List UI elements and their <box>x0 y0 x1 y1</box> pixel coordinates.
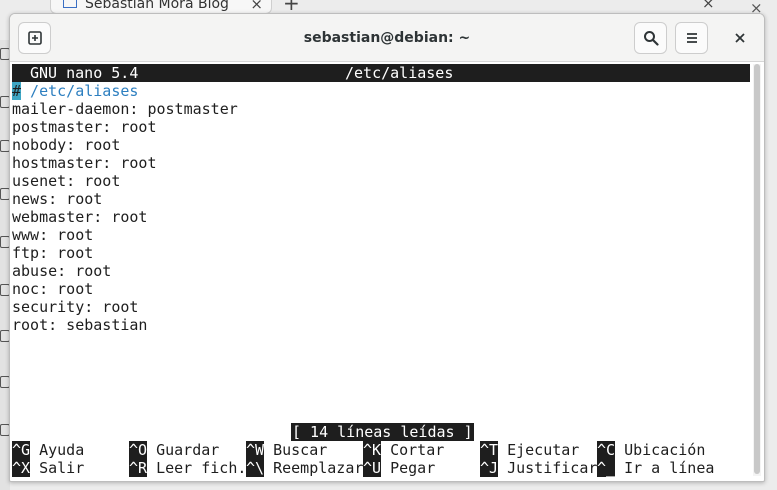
file-line: nobody: root <box>12 136 121 154</box>
file-line: www: root <box>12 226 94 244</box>
terminal-screen[interactable]: GNU nano 5.4/etc/aliases # /etc/aliases … <box>12 63 750 478</box>
shortcut-label: Ayuda <box>30 441 85 459</box>
browser-close-icon[interactable]: × <box>702 0 715 14</box>
shortcut-label: Reemplazar <box>264 459 364 477</box>
shortcut-label: Ubicación <box>615 441 706 459</box>
shortcut-key: ^C <box>597 441 616 459</box>
file-line: hostmaster: root <box>12 154 157 172</box>
shortcut-execute[interactable]: ^T Ejecutar <box>480 441 579 459</box>
nano-titlebar: GNU nano 5.4/etc/aliases <box>12 64 750 82</box>
hamburger-menu-icon <box>686 33 697 43</box>
close-icon <box>735 33 745 43</box>
shortcut-cut[interactable]: ^K Cortar <box>363 441 444 459</box>
comment-text: /etc/aliases <box>21 82 139 100</box>
terminal-scrollbar[interactable] <box>753 64 761 476</box>
browser-tab-title: Sebastian Mora Blog <box>85 0 229 12</box>
shortcut-read-file[interactable]: ^R Leer fich. <box>129 459 246 477</box>
shortcut-search[interactable]: ^W Buscar <box>246 441 327 459</box>
shortcut-key: ^J <box>480 459 499 477</box>
file-line: # /etc/aliases <box>12 82 138 100</box>
shortcut-label: Cortar <box>381 441 445 459</box>
scrollbar-thumb[interactable] <box>754 64 760 474</box>
shortcut-label: Buscar <box>264 441 328 459</box>
new-tab-icon <box>27 31 42 45</box>
new-tab-button[interactable] <box>18 22 51 54</box>
file-line: noc: root <box>12 280 94 298</box>
shortcut-key: ^T <box>480 441 499 459</box>
terminal-headerbar: sebastian@debian: ~ <box>10 14 764 62</box>
shortcut-key: ^R <box>129 459 148 477</box>
shortcut-label: Leer fich. <box>147 459 247 477</box>
search-icon <box>643 31 659 46</box>
search-button[interactable] <box>634 22 667 54</box>
shortcut-goto-line[interactable]: ^_ Ir a línea <box>597 459 714 477</box>
file-line: abuse: root <box>12 262 112 280</box>
menu-button[interactable] <box>675 22 708 54</box>
shortcut-label: Salir <box>30 459 85 477</box>
nano-version: GNU nano 5.4 <box>30 64 139 82</box>
shortcut-key: ^_ <box>597 459 616 477</box>
shortcut-paste[interactable]: ^U Pegar <box>363 459 435 477</box>
terminal-window: sebastian@debian: ~ GNU nano 5.4 /etc/al… <box>9 13 765 482</box>
file-line: webmaster: root <box>12 208 148 226</box>
file-line: ftp: root <box>12 244 94 262</box>
shortcut-justify[interactable]: ^J Justificar <box>480 459 597 477</box>
shortcut-exit[interactable]: ^X Salir <box>12 459 84 477</box>
file-line: mailer-daemon: postmaster <box>12 100 238 118</box>
shortcut-replace[interactable]: ^\ Reemplazar <box>246 459 363 477</box>
shortcut-key: ^W <box>246 441 265 459</box>
file-line: usenet: root <box>12 172 121 190</box>
shortcut-key: ^G <box>12 441 31 459</box>
shortcut-key: ^X <box>12 459 31 477</box>
shortcut-key: ^O <box>129 441 148 459</box>
close-button[interactable] <box>729 27 751 49</box>
text-cursor: # <box>12 82 22 100</box>
new-browser-tab-icon[interactable]: + <box>283 0 300 14</box>
file-line: postmaster: root <box>12 118 157 136</box>
shortcut-label: Guardar <box>147 441 220 459</box>
shortcut-key: ^\ <box>246 459 265 477</box>
file-line: root: sebastian <box>12 316 148 334</box>
tab-close-icon[interactable]: × <box>250 0 263 13</box>
browser-tab[interactable]: Sebastian Mora Blog × <box>50 0 272 14</box>
file-line: news: root <box>12 190 103 208</box>
file-line: security: root <box>12 298 139 316</box>
shortcut-key: ^U <box>363 459 382 477</box>
shortcut-label: Ejecutar <box>498 441 580 459</box>
nano-filename: /etc/aliases <box>345 64 454 82</box>
shortcut-help[interactable]: ^G Ayuda <box>12 441 84 459</box>
status-message: [ 14 líneas leídas ] <box>291 423 474 441</box>
shortcut-label: Pegar <box>381 459 436 477</box>
shortcut-label: Justificar <box>498 459 598 477</box>
shortcut-label: Ir a línea <box>615 459 715 477</box>
shortcut-save[interactable]: ^O Guardar <box>129 441 219 459</box>
shortcut-location[interactable]: ^C Ubicación <box>597 441 705 459</box>
page-icon <box>63 0 77 8</box>
shortcut-key: ^K <box>363 441 382 459</box>
